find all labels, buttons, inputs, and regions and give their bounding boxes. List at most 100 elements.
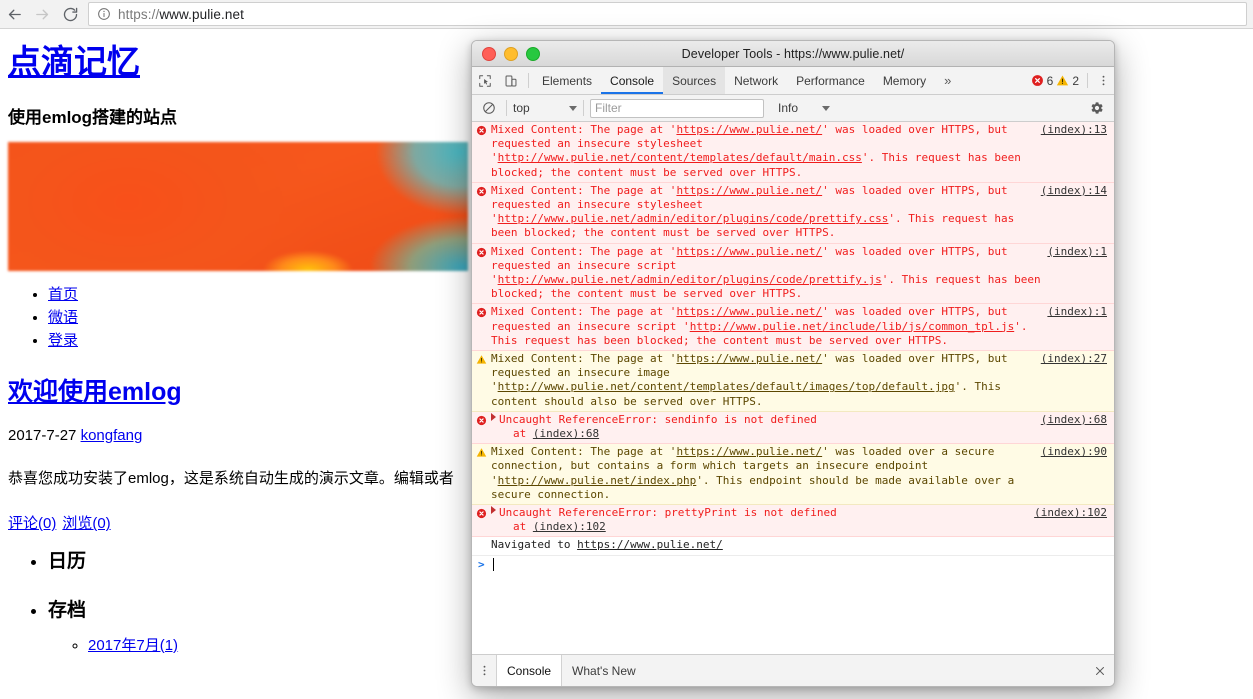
- execution-context-selector[interactable]: top: [513, 101, 577, 115]
- console-message-error[interactable]: Mixed Content: The page at 'https://www.…: [472, 243, 1114, 305]
- seg-link[interactable]: https://www.pulie.net/: [676, 305, 822, 318]
- forward-arrow-icon[interactable]: [28, 0, 56, 28]
- console-message-error[interactable]: Uncaught ReferenceError: prettyPrint is …: [472, 505, 1114, 538]
- log-level-selector[interactable]: Info: [778, 101, 830, 115]
- error-circle-icon: [472, 413, 491, 426]
- seg: Mixed Content: The page at ': [491, 123, 677, 136]
- seg-link[interactable]: http://www.pulie.net/content/templates/d…: [498, 151, 862, 164]
- message-text: Navigated to https://www.pulie.net/: [491, 538, 1107, 552]
- message-source-link[interactable]: (index):27: [1041, 352, 1114, 366]
- seg-link[interactable]: http://www.pulie.net/admin/editor/plugin…: [498, 212, 889, 225]
- console-message-error[interactable]: Uncaught ReferenceError: sendinfo is not…: [472, 411, 1114, 445]
- settings-gear-icon[interactable]: [1086, 101, 1108, 115]
- tab-network[interactable]: Network: [725, 67, 787, 94]
- warning-count: 2: [1072, 73, 1079, 88]
- reload-icon[interactable]: [56, 0, 84, 28]
- message-text: Mixed Content: The page at 'https://www.…: [491, 352, 1041, 409]
- inspect-element-icon[interactable]: [472, 67, 498, 94]
- nav-link-login[interactable]: 登录: [48, 332, 78, 349]
- seg: Mixed Content: The page at ': [491, 305, 677, 319]
- message-text: Mixed Content: The page at 'https://www.…: [491, 245, 1047, 302]
- widget-calendar-label: 日历: [48, 551, 87, 573]
- message-source-link[interactable]: (index):1: [1047, 305, 1114, 319]
- console-message-list[interactable]: Mixed Content: The page at 'https://www.…: [472, 122, 1114, 654]
- seg-link[interactable]: https://www.pulie.net/: [676, 352, 822, 365]
- stack-frame: at (index):68: [491, 427, 1035, 441]
- warning-triangle-icon: [472, 445, 491, 458]
- console-filter-bar: top Info: [472, 95, 1114, 122]
- console-message-error[interactable]: Mixed Content: The page at 'https://www.…: [472, 304, 1114, 352]
- expand-triangle-icon[interactable]: [491, 506, 496, 515]
- seg-link[interactable]: http://www.pulie.net/content/templates/d…: [498, 380, 955, 393]
- console-message-error[interactable]: Mixed Content: The page at 'https://www.…: [472, 122, 1114, 183]
- message-source-link[interactable]: (index):90: [1041, 445, 1114, 459]
- message-text: Uncaught ReferenceError: prettyPrint is …: [491, 506, 1034, 534]
- console-filter-input[interactable]: [590, 98, 764, 118]
- message-text: Mixed Content: The page at 'https://www.…: [491, 305, 1047, 348]
- text-cursor: [492, 558, 494, 572]
- error-circle-icon: [472, 245, 491, 258]
- devtools-titlebar[interactable]: Developer Tools - https://www.pulie.net/: [472, 41, 1114, 67]
- seg-link[interactable]: https://www.pulie.net/: [676, 184, 822, 197]
- message-source-link[interactable]: (index):1: [1047, 245, 1114, 259]
- chevron-down-icon: [822, 105, 830, 111]
- hero-banner-image: [8, 141, 468, 271]
- tab-console[interactable]: Console: [601, 67, 664, 94]
- tab-sources[interactable]: Sources: [663, 67, 726, 94]
- address-bar[interactable]: https://www.pulie.net: [88, 2, 1247, 26]
- post-comments-link[interactable]: 评论(0): [8, 515, 56, 532]
- seg: Mixed Content: The page at ': [491, 183, 677, 197]
- console-message-info[interactable]: Navigated to https://www.pulie.net/: [472, 537, 1114, 556]
- site-title-link[interactable]: 点滴记忆: [8, 43, 140, 80]
- devtools-drawer: Console What's New: [472, 654, 1114, 686]
- message-text: Mixed Content: The page at 'https://www.…: [491, 445, 1041, 502]
- seg-link[interactable]: https://www.pulie.net/: [577, 538, 723, 551]
- console-prompt[interactable]: >: [472, 556, 1114, 574]
- drawer-tab-whats-new[interactable]: What's New: [562, 655, 646, 686]
- seg-link[interactable]: https://www.pulie.net/: [676, 123, 822, 136]
- console-message-warning[interactable]: Mixed Content: The page at 'https://www.…: [472, 444, 1114, 506]
- more-tools-icon[interactable]: [472, 655, 496, 686]
- message-source-link[interactable]: (index):68: [1041, 413, 1114, 427]
- console-message-warning[interactable]: Mixed Content: The page at 'https://www.…: [472, 351, 1114, 412]
- url-host: www.pulie.net: [159, 6, 244, 22]
- filter-divider: [506, 100, 507, 116]
- seg-link[interactable]: https://www.pulie.net/: [676, 445, 822, 458]
- tabbar-spacer: [960, 67, 1030, 94]
- post-author-link[interactable]: kongfang: [81, 427, 143, 444]
- more-options-icon[interactable]: [1092, 67, 1114, 94]
- close-drawer-icon[interactable]: [1086, 655, 1114, 686]
- device-toolbar-icon[interactable]: [498, 67, 524, 94]
- message-source-link[interactable]: (index):13: [1041, 123, 1114, 137]
- tab-performance[interactable]: Performance: [787, 67, 874, 94]
- message-text: Uncaught ReferenceError: sendinfo is not…: [491, 412, 1041, 441]
- console-message-error[interactable]: Mixed Content: The page at 'https://www.…: [472, 182, 1114, 244]
- post-views-link[interactable]: 浏览(0): [62, 515, 110, 532]
- message-source-link[interactable]: (index):102: [1034, 506, 1114, 520]
- error-circle-icon: [472, 123, 491, 136]
- stack-link[interactable]: (index):68: [533, 427, 599, 440]
- nav-link-home[interactable]: 首页: [48, 286, 78, 303]
- expand-triangle-icon[interactable]: [491, 412, 496, 421]
- drawer-tab-console[interactable]: Console: [496, 655, 563, 686]
- archive-link-2017-07[interactable]: 2017年7月(1): [88, 637, 178, 654]
- seg-link[interactable]: http://www.pulie.net/admin/editor/plugin…: [498, 273, 882, 286]
- back-arrow-icon[interactable]: [0, 0, 28, 28]
- tab-memory[interactable]: Memory: [874, 67, 935, 94]
- post-title-link[interactable]: 欢迎使用emlog: [8, 378, 182, 406]
- message-source-link[interactable]: (index):14: [1041, 184, 1114, 198]
- clear-console-icon[interactable]: [478, 101, 500, 115]
- drawer-spacer: [646, 655, 1086, 686]
- seg-link[interactable]: https://www.pulie.net/: [676, 245, 822, 258]
- nav-link-twitter[interactable]: 微语: [48, 309, 78, 326]
- log-level-value: Info: [778, 101, 799, 115]
- seg-link[interactable]: http://www.pulie.net/index.php: [498, 474, 697, 487]
- tab-elements[interactable]: Elements: [533, 67, 601, 94]
- counts-divider: [1087, 73, 1088, 88]
- issue-counts[interactable]: 6 2: [1031, 67, 1083, 94]
- error-circle-icon: [472, 506, 491, 519]
- seg-link[interactable]: http://www.pulie.net/include/lib/js/comm…: [690, 320, 1015, 333]
- more-tabs-chevron-icon[interactable]: »: [935, 67, 960, 94]
- info-circle-icon[interactable]: [97, 7, 111, 21]
- stack-link[interactable]: (index):102: [533, 520, 606, 533]
